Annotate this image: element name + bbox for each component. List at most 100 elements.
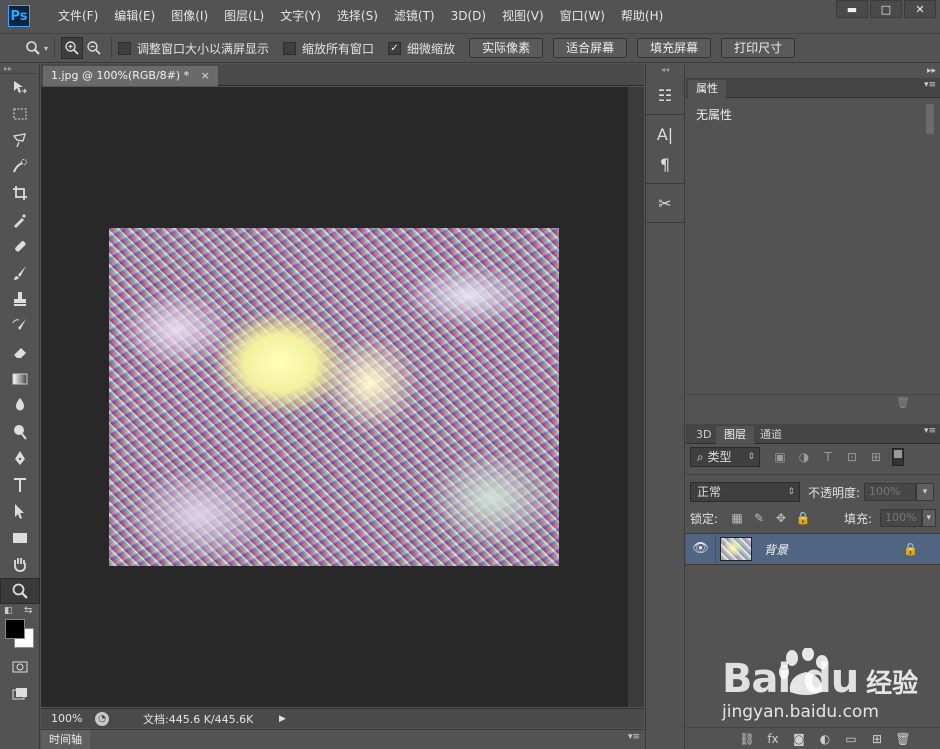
timeline-tab[interactable]: 时间轴 bbox=[41, 730, 90, 749]
eyedropper-tool-icon[interactable] bbox=[0, 207, 40, 234]
blend-mode-select[interactable]: 正常 ⇕ bbox=[690, 482, 800, 502]
lasso-tool-icon[interactable] bbox=[0, 127, 40, 154]
document-tab[interactable]: 1.jpg @ 100%(RGB/8#) * × bbox=[43, 66, 218, 86]
add-mask-icon[interactable]: ◙ bbox=[786, 732, 812, 746]
type-filter-icon[interactable]: T bbox=[816, 450, 840, 464]
swap-colors-icon[interactable]: ⇆ bbox=[24, 605, 32, 616]
adjustment-filter-icon[interactable]: ◑ bbox=[792, 450, 816, 464]
pen-tool-icon[interactable] bbox=[0, 445, 40, 472]
delete-layer-icon[interactable]: 🗑 bbox=[890, 732, 916, 746]
smart-object-filter-icon[interactable]: ⊞ bbox=[864, 450, 888, 464]
menu-file[interactable]: 文件(F) bbox=[50, 0, 106, 32]
tab-3d[interactable]: 3D bbox=[688, 426, 719, 444]
dodge-tool-icon[interactable] bbox=[0, 419, 40, 446]
move-tool-icon[interactable] bbox=[0, 74, 40, 101]
document-image[interactable] bbox=[109, 228, 559, 566]
image-filter-icon[interactable]: ▣ bbox=[768, 450, 792, 464]
maximize-icon[interactable]: □ bbox=[870, 0, 902, 18]
lock-transparent-icon[interactable]: ▦ bbox=[726, 511, 748, 525]
paragraph-panel-icon[interactable]: ¶ bbox=[646, 149, 684, 179]
history-brush-tool-icon[interactable] bbox=[0, 313, 40, 340]
rectangle-tool-icon[interactable] bbox=[0, 525, 40, 552]
healing-brush-tool-icon[interactable] bbox=[0, 233, 40, 260]
fill-input[interactable]: 100% bbox=[880, 509, 922, 527]
checkbox-box-checked[interactable]: ✓ bbox=[388, 41, 402, 55]
zoom-tool-icon[interactable] bbox=[22, 37, 44, 59]
menu-3d[interactable]: 3D(D) bbox=[443, 0, 494, 32]
brush-tool-icon[interactable] bbox=[0, 260, 40, 287]
zoom-tool-active-icon[interactable] bbox=[0, 577, 40, 604]
checkbox-box[interactable] bbox=[118, 41, 132, 55]
tab-properties[interactable]: 属性 bbox=[688, 80, 726, 98]
default-colors-icon[interactable]: ◧ bbox=[4, 606, 13, 616]
eraser-tool-icon[interactable] bbox=[0, 339, 40, 366]
marquee-tool-icon[interactable] bbox=[0, 101, 40, 128]
filter-kind-select[interactable]: ⌕ 类型 ⇕ bbox=[690, 447, 760, 467]
panel-menu-icon[interactable]: ▾≡ bbox=[628, 732, 640, 742]
tool-presets-icon[interactable]: ✂ bbox=[646, 188, 684, 218]
screen-mode-icon[interactable] bbox=[0, 681, 40, 708]
tab-layers[interactable]: 图层 bbox=[716, 426, 754, 444]
shape-filter-icon[interactable]: ⊡ bbox=[840, 450, 864, 464]
menu-type[interactable]: 文字(Y) bbox=[272, 0, 329, 32]
resize-windows-checkbox[interactable]: 调整窗口大小以满屏显示 bbox=[118, 40, 269, 57]
quick-mask-icon[interactable] bbox=[0, 654, 40, 681]
crop-tool-icon[interactable] bbox=[0, 180, 40, 207]
character-panel-icon[interactable]: A| bbox=[646, 119, 684, 149]
vertical-scrollbar[interactable] bbox=[628, 87, 644, 707]
panel-menu-icon[interactable]: ▾≡ bbox=[924, 426, 936, 436]
panel-menu-icon[interactable]: ▾≡ bbox=[924, 80, 936, 90]
status-menu-arrow-icon[interactable]: ▶ bbox=[279, 714, 286, 724]
trash-icon[interactable]: 🗑 bbox=[896, 396, 910, 409]
menu-edit[interactable]: 编辑(E) bbox=[106, 0, 163, 32]
blur-tool-icon[interactable] bbox=[0, 392, 40, 419]
lock-position-icon[interactable]: ✥ bbox=[770, 511, 792, 525]
menu-help[interactable]: 帮助(H) bbox=[613, 0, 671, 32]
fill-screen-button[interactable]: 填充屏幕 bbox=[637, 38, 712, 58]
type-tool-icon[interactable] bbox=[0, 472, 40, 499]
close-tab-icon[interactable]: × bbox=[201, 69, 210, 82]
filter-toggle[interactable] bbox=[892, 448, 904, 466]
properties-panel-icon[interactable]: ☷ bbox=[646, 80, 684, 110]
menu-layer[interactable]: 图层(L) bbox=[216, 0, 272, 32]
gradient-tool-icon[interactable] bbox=[0, 366, 40, 393]
lock-all-icon[interactable]: 🔒 bbox=[792, 511, 814, 525]
zoom-out-icon[interactable] bbox=[83, 37, 105, 59]
status-info-icon[interactable]: ◔ bbox=[95, 711, 109, 726]
menu-filter[interactable]: 滤镜(T) bbox=[386, 0, 443, 32]
foreground-color-swatch[interactable] bbox=[5, 619, 25, 639]
zoom-all-windows-checkbox[interactable]: 缩放所有窗口 bbox=[283, 40, 374, 57]
link-layers-icon[interactable]: ⛓ bbox=[734, 732, 760, 746]
menu-select[interactable]: 选择(S) bbox=[329, 0, 386, 32]
new-group-icon[interactable]: ▭ bbox=[838, 732, 864, 746]
layer-name[interactable]: 背景 bbox=[764, 541, 788, 558]
print-size-button[interactable]: 打印尺寸 bbox=[721, 38, 796, 58]
opacity-dropdown-icon[interactable]: ▾ bbox=[916, 483, 935, 501]
quick-selection-tool-icon[interactable] bbox=[0, 154, 40, 181]
close-icon[interactable]: ✕ bbox=[904, 0, 936, 18]
lock-image-icon[interactable]: ✎ bbox=[748, 511, 770, 525]
layer-row-background[interactable]: 👁 背景 🔒 bbox=[686, 533, 940, 565]
path-selection-tool-icon[interactable] bbox=[0, 498, 40, 525]
scrubby-zoom-checkbox[interactable]: ✓ 细微缩放 bbox=[388, 40, 455, 57]
tool-preset-dropdown-icon[interactable]: ▾ bbox=[44, 44, 48, 53]
zoom-in-icon[interactable] bbox=[61, 37, 84, 59]
opacity-input[interactable]: 100% bbox=[864, 483, 917, 501]
tab-channels[interactable]: 通道 bbox=[752, 426, 790, 444]
zoom-level[interactable]: 100% bbox=[41, 712, 89, 725]
layer-style-icon[interactable]: fx bbox=[760, 732, 786, 746]
panel-grip[interactable]: ◂◂ bbox=[646, 64, 684, 76]
hand-tool-icon[interactable] bbox=[0, 551, 40, 578]
new-layer-icon[interactable]: ⊞ bbox=[864, 732, 890, 746]
new-adjustment-icon[interactable]: ◐ bbox=[812, 732, 838, 746]
actual-pixels-button[interactable]: 实际像素 bbox=[469, 38, 544, 58]
panel-grip[interactable]: ▸▸ bbox=[0, 64, 39, 74]
menu-view[interactable]: 视图(V) bbox=[494, 0, 552, 32]
checkbox-box[interactable] bbox=[283, 41, 297, 55]
dock-collapse-icon[interactable]: ▸▸ bbox=[927, 66, 936, 76]
minimize-icon[interactable]: ▬ bbox=[836, 0, 868, 18]
visibility-eye-icon[interactable]: 👁 bbox=[686, 533, 716, 565]
clone-stamp-tool-icon[interactable] bbox=[0, 286, 40, 313]
fill-dropdown-icon[interactable]: ▾ bbox=[921, 509, 936, 527]
properties-scrollbar[interactable] bbox=[926, 104, 934, 134]
